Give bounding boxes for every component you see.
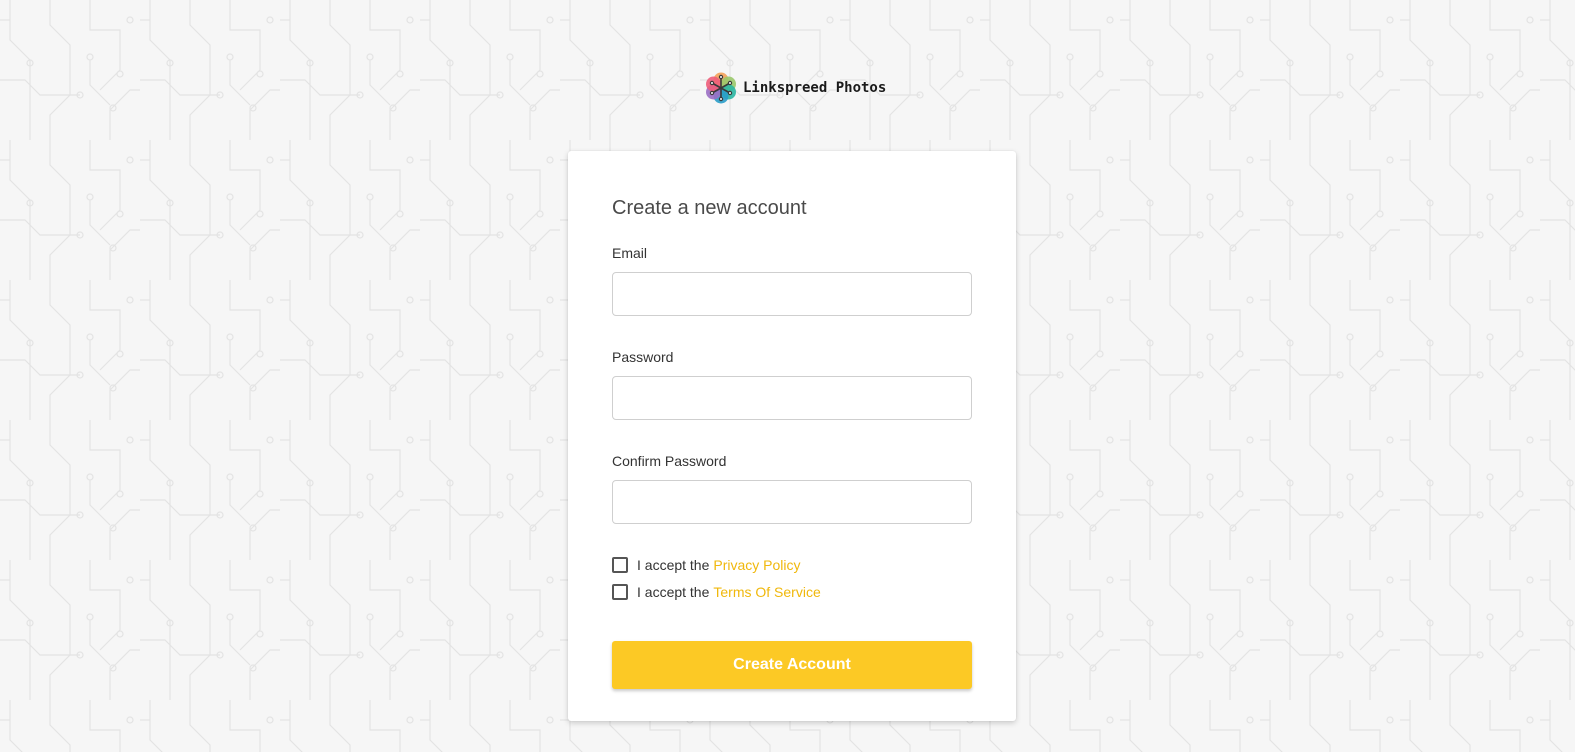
- create-account-button[interactable]: Create Account: [612, 641, 972, 689]
- brand[interactable]: Linkspreed Photos: [703, 70, 886, 106]
- password-label: Password: [612, 349, 674, 365]
- signup-card: Create a new account Email Password Conf…: [568, 151, 1016, 721]
- terms-of-service-link[interactable]: Terms Of Service: [713, 584, 820, 600]
- brand-name: Linkspreed Photos: [743, 80, 887, 96]
- privacy-policy-row: I accept the Privacy Policy: [612, 557, 801, 573]
- password-field[interactable]: [612, 376, 972, 420]
- terms-of-service-checkbox[interactable]: [612, 584, 628, 600]
- privacy-policy-link[interactable]: Privacy Policy: [713, 557, 800, 573]
- email-label: Email: [612, 245, 648, 261]
- confirm-password-field[interactable]: [612, 480, 972, 524]
- privacy-policy-prefix: I accept the: [637, 557, 710, 573]
- terms-of-service-row: I accept the Terms Of Service: [612, 584, 821, 600]
- page-title: Create a new account: [612, 197, 807, 219]
- confirm-password-label: Confirm Password: [612, 453, 727, 469]
- flower-logo-icon: [706, 72, 736, 104]
- terms-of-service-prefix: I accept the: [637, 584, 710, 600]
- privacy-policy-checkbox[interactable]: [612, 557, 628, 573]
- email-field[interactable]: [612, 272, 972, 316]
